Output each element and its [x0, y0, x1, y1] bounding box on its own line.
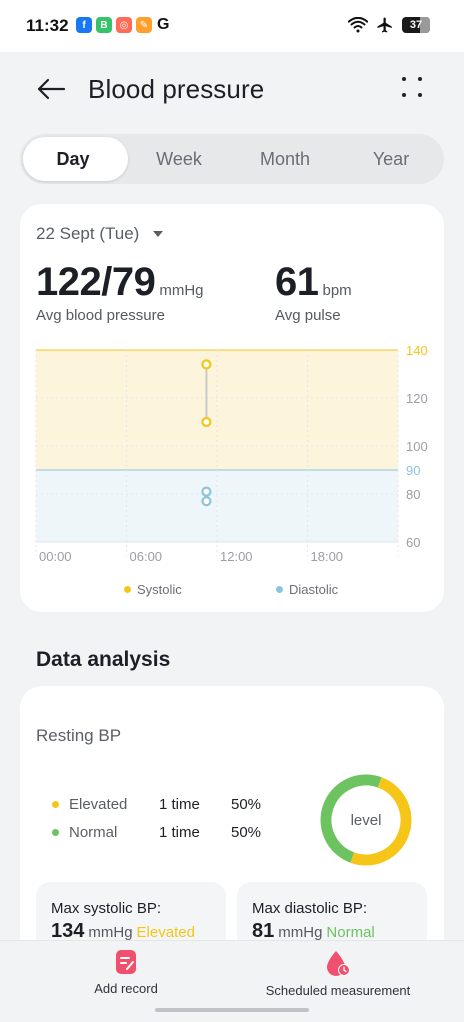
back-button[interactable]: [34, 72, 68, 106]
status-time: 11:32: [26, 16, 69, 35]
more-options-button[interactable]: [400, 74, 426, 100]
level-row-elevated: Elevated 1 time 50%: [52, 796, 261, 813]
g-letter-icon: G: [157, 16, 170, 33]
avg-pulse-unit: bpm: [322, 282, 352, 299]
max-diastolic-value: 81: [252, 920, 275, 942]
scheduled-measurement-label: Scheduled measurement: [265, 983, 411, 998]
y-tick-label: 80: [406, 487, 420, 502]
legend-systolic: Systolic: [124, 582, 182, 597]
blood-drop-clock-icon: [327, 951, 350, 976]
max-systolic-unit: mmHg: [88, 924, 133, 941]
add-record-button[interactable]: Add record: [88, 949, 164, 996]
tab-day[interactable]: Day: [20, 134, 128, 184]
more-dot: [418, 77, 422, 81]
page-title: Blood pressure: [88, 74, 265, 104]
donut-label: level: [351, 812, 382, 829]
tab-label: Year: [372, 148, 410, 169]
level-donut-chart: level: [320, 774, 412, 866]
avg-pulse-metric: 61 bpm Avg pulse: [275, 260, 352, 324]
avg-bp-metric: 122/79 mmHg Avg blood pressure: [36, 260, 204, 324]
diastolic-point: [201, 486, 212, 497]
app-red-icon: ◎: [116, 17, 132, 33]
systolic-point: [201, 416, 212, 428]
battery-icon: 37: [402, 17, 430, 33]
app-orange-icon: ✎: [136, 17, 152, 33]
max-systolic-status: Elevated: [136, 924, 195, 941]
date-selector[interactable]: 22 Sept (Tue): [36, 224, 164, 244]
scheduled-measurement-button[interactable]: Scheduled measurement: [262, 949, 414, 998]
x-tick-label: 12:00: [220, 549, 253, 564]
more-dot: [418, 93, 422, 97]
avg-bp-label: Avg blood pressure: [36, 307, 165, 324]
status-app-icons: f B ◎ ✎ G: [76, 17, 169, 33]
summary-card: 22 Sept (Tue) 122/79 mmHg Avg blood press…: [20, 204, 444, 612]
max-diastolic-status: Normal: [326, 924, 375, 941]
status-right: 37: [348, 16, 430, 34]
resting-bp-title: Resting BP: [36, 726, 122, 745]
y-tick-label: 90: [406, 463, 420, 478]
facebook-icon: f: [76, 17, 92, 33]
bp-chart: 60 80 90 100 120 140 00:00 06:00 12:00 18:00: [35, 344, 428, 564]
dropdown-caret-icon: [153, 231, 164, 237]
home-indicator: [155, 1008, 309, 1012]
x-tick-label: 18:00: [311, 549, 344, 564]
tab-month[interactable]: Month: [232, 134, 338, 184]
avg-pulse-label: Avg pulse: [275, 307, 341, 324]
level-row-normal: Normal 1 time 50%: [52, 824, 261, 841]
level-label: Normal: [69, 824, 118, 841]
messenger-app-icon: B: [96, 17, 112, 33]
max-diastolic-label: Max diastolic BP:: [252, 900, 368, 917]
max-systolic-label: Max systolic BP:: [51, 900, 162, 917]
legend-diastolic: Diastolic: [276, 582, 338, 597]
airplane-mode-icon: [377, 17, 392, 33]
systolic-legend-dot: [124, 586, 131, 593]
avg-bp-unit: mmHg: [159, 282, 204, 299]
more-dot: [402, 93, 406, 97]
add-record-label: Add record: [94, 981, 158, 996]
legend-label: Systolic: [137, 582, 182, 597]
x-tick-label: 00:00: [39, 549, 72, 564]
diastolic-point: [201, 496, 212, 507]
level-percent: 50%: [231, 824, 262, 841]
avg-bp-value: 122/79: [36, 260, 156, 304]
x-tick-label: 06:00: [130, 549, 163, 564]
y-tick-label: 100: [406, 439, 428, 454]
avg-pulse-value: 61: [275, 260, 319, 304]
tab-week[interactable]: Week: [126, 134, 232, 184]
max-diastolic-unit: mmHg: [278, 924, 323, 941]
status-bar: 11:32 f B ◎ ✎ G 37: [0, 0, 464, 52]
systolic-point: [201, 359, 212, 370]
level-count: 1 time: [159, 796, 200, 813]
diastolic-legend-dot: [276, 586, 283, 593]
add-record-icon: [116, 950, 136, 974]
y-tick-label: 60: [406, 535, 420, 550]
normal-dot: [52, 829, 59, 836]
tab-label: Day: [56, 148, 90, 169]
more-dot: [402, 77, 406, 81]
max-systolic-value: 134: [51, 920, 85, 942]
y-tick-label: 140: [406, 344, 428, 358]
wifi-icon: [348, 17, 368, 33]
back-arrow-icon: [37, 78, 66, 100]
battery-level: 37: [409, 19, 423, 31]
header: Blood pressure: [0, 52, 464, 128]
level-count: 1 time: [159, 824, 200, 841]
y-tick-label: 120: [406, 391, 428, 406]
tab-year[interactable]: Year: [338, 134, 444, 184]
date-label: 22 Sept (Tue): [36, 224, 140, 243]
legend-label: Diastolic: [289, 582, 339, 597]
level-percent: 50%: [231, 796, 262, 813]
tab-label: Month: [259, 148, 311, 169]
level-label: Elevated: [69, 796, 128, 813]
data-analysis-title: Data analysis: [36, 648, 171, 671]
tab-label: Week: [156, 148, 202, 169]
elevated-dot: [52, 801, 59, 808]
period-tabs: Day Week Month Year: [20, 134, 444, 184]
